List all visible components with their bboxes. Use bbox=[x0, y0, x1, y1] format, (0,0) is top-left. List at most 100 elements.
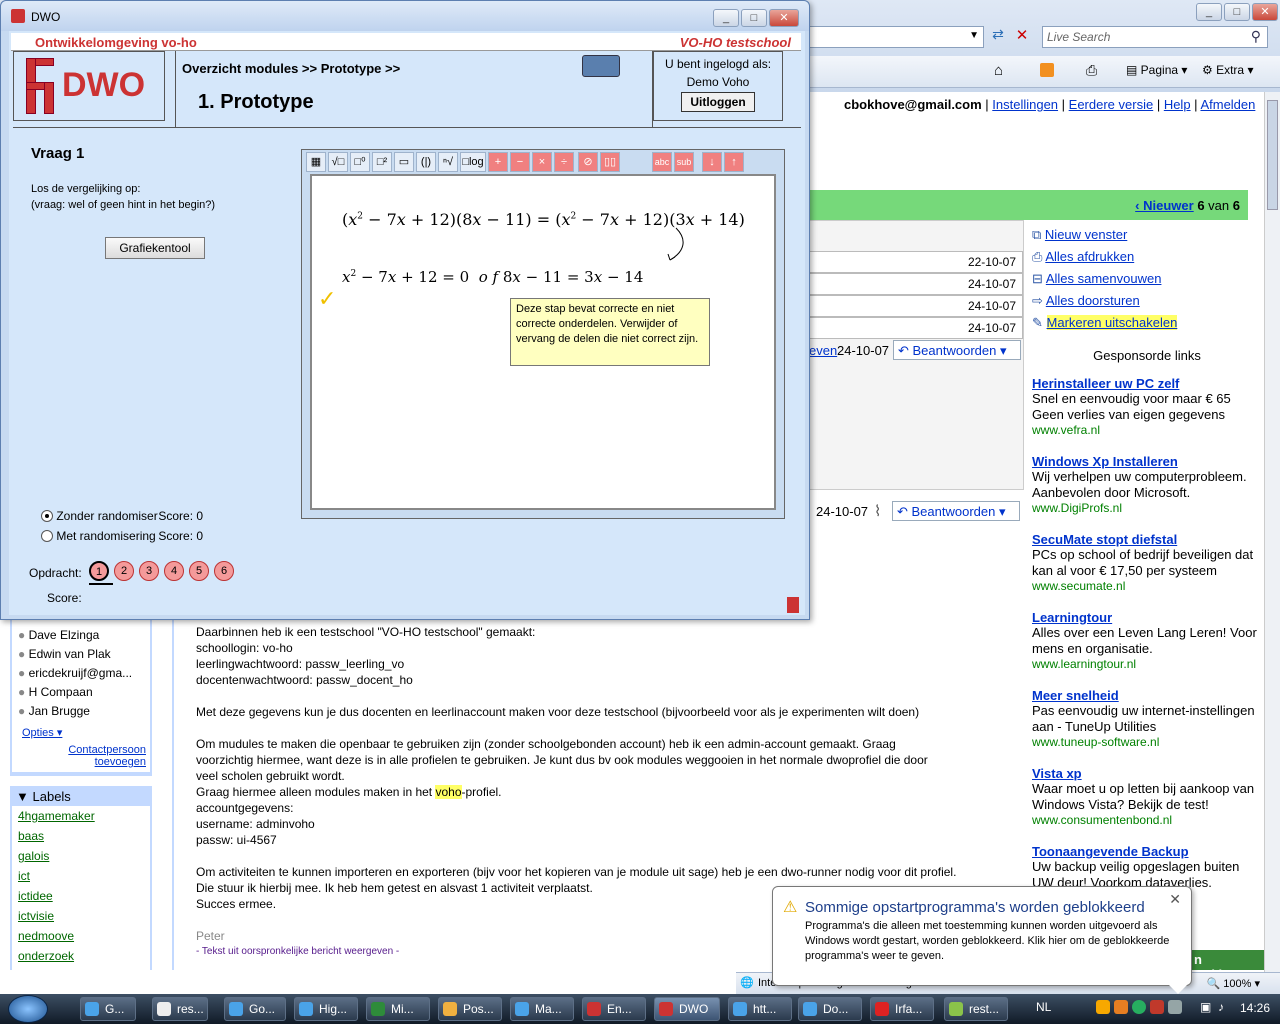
label-item[interactable]: ictvisie bbox=[18, 906, 150, 926]
ad-title[interactable]: Learningtour bbox=[1032, 610, 1264, 625]
address-dropdown-icon[interactable]: ▼ bbox=[969, 30, 979, 41]
reply-button[interactable]: ↶ Beantwoorden ▾ bbox=[893, 340, 1021, 360]
thread-row[interactable]: 24-10-07 bbox=[809, 295, 1023, 317]
contact-item[interactable]: ● Dave Elzinga bbox=[18, 626, 150, 645]
ad-title[interactable]: Meer snelheid bbox=[1032, 688, 1264, 703]
browser-scrollbar[interactable] bbox=[1264, 92, 1280, 972]
minus-button[interactable]: − bbox=[510, 152, 530, 172]
ad-title[interactable]: Toonaangevende Backup bbox=[1032, 844, 1264, 859]
graph-tool-button[interactable]: Grafiekentool bbox=[105, 237, 205, 259]
thread-row[interactable]: 24-10-07 bbox=[809, 317, 1023, 339]
ad-title[interactable]: Windows Xp Installeren bbox=[1032, 454, 1264, 469]
contact-name[interactable]: Jan Brugge bbox=[29, 704, 90, 718]
new-window-link[interactable]: Nieuw venster bbox=[1045, 227, 1127, 242]
step-down-button[interactable]: ↓ bbox=[702, 152, 722, 172]
clock[interactable]: 14:26 bbox=[1240, 1001, 1270, 1015]
browser-close-button[interactable]: ✕ bbox=[1252, 3, 1278, 21]
ad-url[interactable]: www.learningtour.nl bbox=[1032, 657, 1264, 671]
taskbar-item[interactable]: Pos... bbox=[438, 997, 502, 1021]
sender-link[interactable]: even bbox=[809, 343, 837, 358]
tray-blocked-icon[interactable] bbox=[1168, 1000, 1182, 1014]
search-icon[interactable]: ⚲ bbox=[1251, 28, 1261, 45]
opdracht-item[interactable]: 1 bbox=[89, 561, 109, 581]
highlight-off-link[interactable]: Markeren uitschakelen bbox=[1046, 315, 1178, 330]
ad-item[interactable]: Herinstalleer uw PC zelf Snel en eenvoudi… bbox=[1032, 376, 1264, 454]
opdracht-item[interactable]: 5 bbox=[189, 561, 209, 581]
opdracht-item[interactable]: 6 bbox=[214, 561, 234, 581]
page-menu[interactable]: ▤ Pagina ▾ bbox=[1126, 63, 1187, 77]
taskbar-item-active[interactable]: DWO bbox=[654, 997, 720, 1021]
refresh-icon[interactable]: ⇄ bbox=[988, 26, 1008, 46]
collapse-all-action[interactable]: ⊟ Alles samenvouwen bbox=[1032, 268, 1262, 290]
tray-app-icon[interactable] bbox=[1150, 1000, 1164, 1014]
help-link[interactable]: Help bbox=[1164, 97, 1191, 112]
opdracht-item[interactable]: 2 bbox=[114, 561, 134, 581]
labels-header[interactable]: ▼ Labels bbox=[16, 789, 71, 804]
notification-balloon[interactable]: ⚠ Sommige opstartprogramma's worden gebl… bbox=[772, 886, 1192, 986]
label-item[interactable]: ictidee bbox=[18, 886, 150, 906]
ad-item[interactable]: Toonaangevende Backup Uw backup veilig op… bbox=[1032, 844, 1264, 892]
browser-maximize-button[interactable]: □ bbox=[1224, 3, 1250, 21]
dwo-titlebar[interactable]: DWO _ □ ✕ bbox=[1, 1, 809, 31]
taskbar-item[interactable]: Irfa... bbox=[870, 997, 934, 1021]
print-icon[interactable]: ⎙ bbox=[1086, 62, 1097, 79]
taskbar-item[interactable]: res... bbox=[152, 997, 208, 1021]
tray-app-icon[interactable] bbox=[1114, 1000, 1128, 1014]
contact-name[interactable]: ericdekruijf@gma... bbox=[29, 666, 133, 680]
taskbar-item[interactable]: htt... bbox=[728, 997, 792, 1021]
ad-url[interactable]: www.consumentenbond.nl bbox=[1032, 813, 1264, 827]
ad-title[interactable]: SecuMate stopt diefstal bbox=[1032, 532, 1264, 547]
label-item[interactable]: baas bbox=[18, 826, 150, 846]
dwo-minimize-button[interactable]: _ bbox=[713, 9, 739, 27]
radio-unselected-icon[interactable] bbox=[41, 530, 53, 542]
logout-button[interactable]: Uitloggen bbox=[681, 92, 755, 112]
reply-button[interactable]: ↶ Beantwoorden ▾ bbox=[892, 501, 1020, 521]
math-canvas[interactable]: (x2 − 7x + 12)(8x − 11) = (x2 − 7x + 12)… bbox=[310, 174, 776, 510]
breadcrumb[interactable]: Overzicht modules >> Prototype >> bbox=[182, 61, 400, 76]
ad-title[interactable]: Vista xp bbox=[1032, 766, 1264, 781]
opdracht-item[interactable]: 4 bbox=[164, 561, 184, 581]
thread-row[interactable]: 24-10-07 bbox=[809, 273, 1023, 295]
ad-url[interactable]: www.DigiProfs.nl bbox=[1032, 501, 1264, 515]
taskbar-item[interactable]: Hig... bbox=[294, 997, 358, 1021]
book-icon[interactable] bbox=[582, 55, 620, 77]
forward-all-action[interactable]: ⇨ Alles doorsturen bbox=[1032, 290, 1262, 312]
abc-button[interactable]: abc bbox=[652, 152, 672, 172]
strike-icon[interactable]: ⊘ bbox=[578, 152, 598, 172]
notification-close-icon[interactable]: ✕ bbox=[1169, 891, 1181, 908]
ad-url[interactable]: www.secumate.nl bbox=[1032, 579, 1264, 593]
stop-icon[interactable]: ✕ bbox=[1012, 26, 1032, 46]
matrix-icon[interactable]: ▦ bbox=[306, 152, 326, 172]
radio-random[interactable]: Met randomisering Score: 0 bbox=[41, 529, 203, 543]
volume-icon[interactable]: ♪ bbox=[1218, 1000, 1224, 1014]
taskbar-item[interactable]: rest... bbox=[944, 997, 1008, 1021]
contact-name[interactable]: Dave Elzinga bbox=[29, 628, 100, 642]
scrollbar-thumb[interactable] bbox=[1267, 100, 1278, 210]
settings-link[interactable]: Instellingen bbox=[992, 97, 1058, 112]
ad-url[interactable]: www.vefra.nl bbox=[1032, 423, 1264, 437]
address-bar[interactable]: ▼ bbox=[808, 26, 984, 48]
taskbar-item[interactable]: Do... bbox=[798, 997, 862, 1021]
ad-item[interactable]: SecuMate stopt diefstal PCs op school of … bbox=[1032, 532, 1264, 610]
sub-button[interactable]: sub bbox=[674, 152, 694, 172]
parentheses-icon[interactable]: (|) bbox=[416, 152, 436, 172]
power-icon[interactable]: □² bbox=[372, 152, 392, 172]
taskbar-item[interactable]: Go... bbox=[224, 997, 286, 1021]
older-version-link[interactable]: Eerdere versie bbox=[1069, 97, 1154, 112]
opdracht-item[interactable]: 3 bbox=[139, 561, 159, 581]
ad-item[interactable]: Learningtour Alles over een Leven Lang Le… bbox=[1032, 610, 1264, 688]
new-window-action[interactable]: ⧉ Nieuw venster bbox=[1032, 224, 1262, 246]
nthroot-icon[interactable]: ⁿ√ bbox=[438, 152, 458, 172]
signout-link[interactable]: Afmelden bbox=[1200, 97, 1255, 112]
taskbar-item[interactable]: Ma... bbox=[510, 997, 574, 1021]
thread-row[interactable]: 22-10-07 bbox=[809, 251, 1023, 273]
tray-app-icon[interactable] bbox=[1132, 1000, 1146, 1014]
contact-name[interactable]: H Compaan bbox=[29, 685, 93, 699]
plus-button[interactable]: + bbox=[488, 152, 508, 172]
ad-title[interactable]: Herinstalleer uw PC zelf bbox=[1032, 376, 1264, 391]
contact-item[interactable]: ● Jan Brugge bbox=[18, 702, 150, 721]
start-button[interactable] bbox=[8, 995, 48, 1023]
ad-url[interactable]: www.tuneup-software.nl bbox=[1032, 735, 1264, 749]
zoom-control[interactable]: 🔍 100% ▾ bbox=[1207, 977, 1260, 990]
label-item[interactable]: nedmoove bbox=[18, 926, 150, 946]
